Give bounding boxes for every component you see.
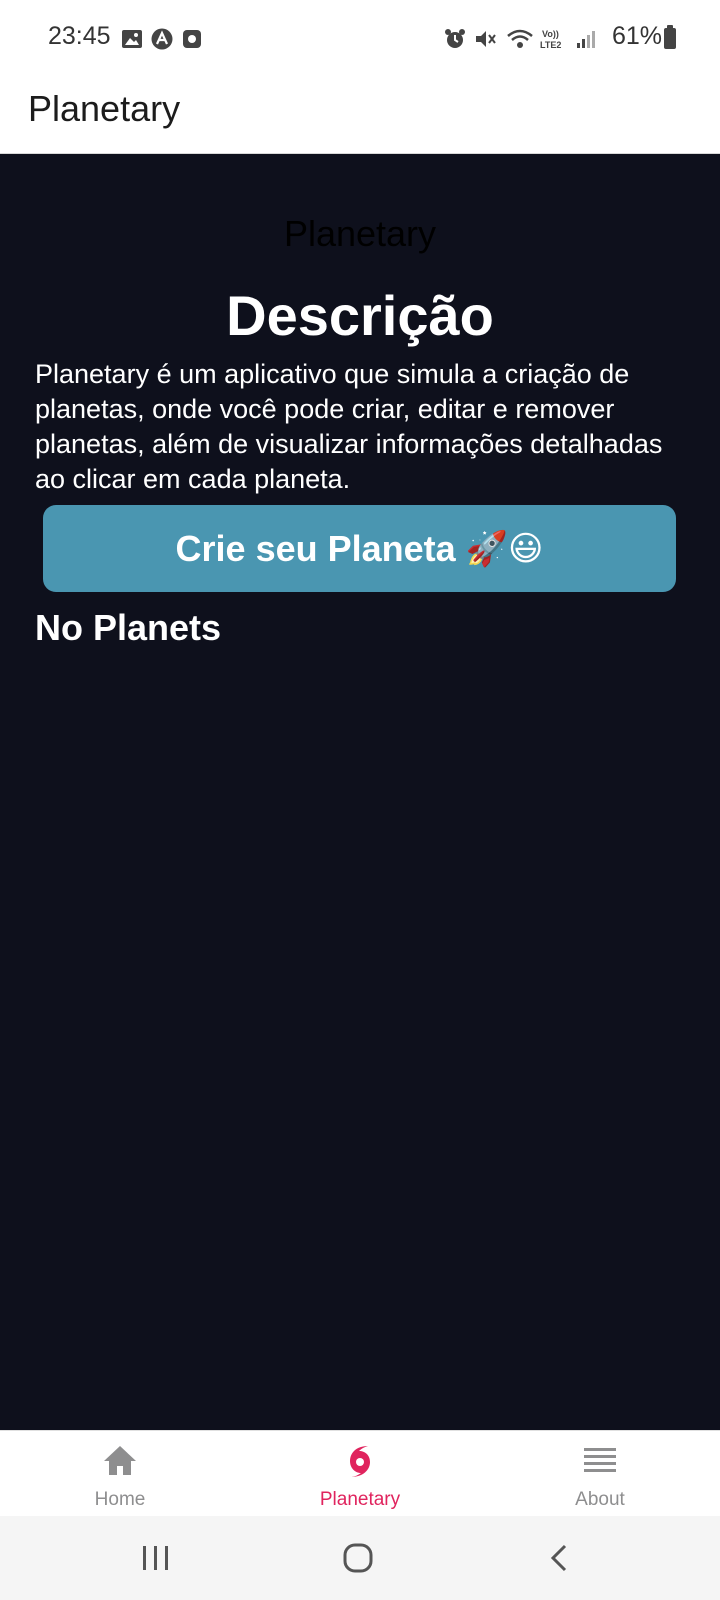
battery-icon	[664, 25, 676, 49]
tab-about[interactable]: About	[480, 1431, 720, 1517]
cyclone-icon	[350, 1446, 370, 1477]
wifi-icon	[507, 29, 533, 48]
menu-icon	[584, 1448, 616, 1472]
tab-planetary[interactable]: Planetary	[240, 1431, 480, 1517]
signal-icon	[577, 31, 595, 48]
screen-title: Planetary	[283, 213, 437, 254]
bottom-tab-bar: Home Planetary About	[0, 1430, 720, 1516]
rocket-smile-emoji: 🚀😃	[465, 529, 544, 568]
record-icon	[183, 30, 201, 48]
tab-planetary-label: Planetary	[319, 1489, 401, 1510]
description-text: Planetary é um aplicativo que simula a c…	[35, 359, 663, 494]
mute-icon	[476, 31, 496, 47]
home-icon	[104, 1446, 136, 1475]
create-planet-label: Crie seu Planeta	[175, 527, 456, 569]
create-planet-button[interactable]: Crie seu Planeta 🚀😃	[43, 505, 676, 592]
recents-icon[interactable]	[136, 1540, 176, 1576]
tab-home-label: Home	[94, 1489, 146, 1510]
main-content: Planetary Descrição Planetary é um aplic…	[0, 155, 720, 1430]
back-icon[interactable]	[540, 1540, 580, 1576]
home-circle-icon[interactable]	[338, 1540, 378, 1576]
header-title: Planetary	[28, 88, 181, 129]
status-time: 23:45	[48, 22, 111, 50]
a-icon	[151, 28, 173, 50]
volte-icon: Vo)) LTE2	[540, 29, 561, 50]
app-header: Planetary	[0, 78, 720, 154]
svg-text:Vo)): Vo))	[542, 29, 559, 39]
tab-home[interactable]: Home	[0, 1431, 240, 1517]
svg-text:LTE2: LTE2	[540, 40, 561, 50]
empty-state-label: No Planets	[35, 607, 222, 648]
system-nav-bar	[0, 1516, 720, 1600]
alarm-icon	[445, 29, 465, 48]
image-icon	[122, 30, 142, 48]
tab-about-label: About	[575, 1489, 625, 1510]
description-heading: Descrição	[226, 284, 494, 347]
battery-percent: 61%	[611, 22, 662, 50]
status-bar: 23:45 Vo)) LTE2 61%	[0, 0, 720, 78]
